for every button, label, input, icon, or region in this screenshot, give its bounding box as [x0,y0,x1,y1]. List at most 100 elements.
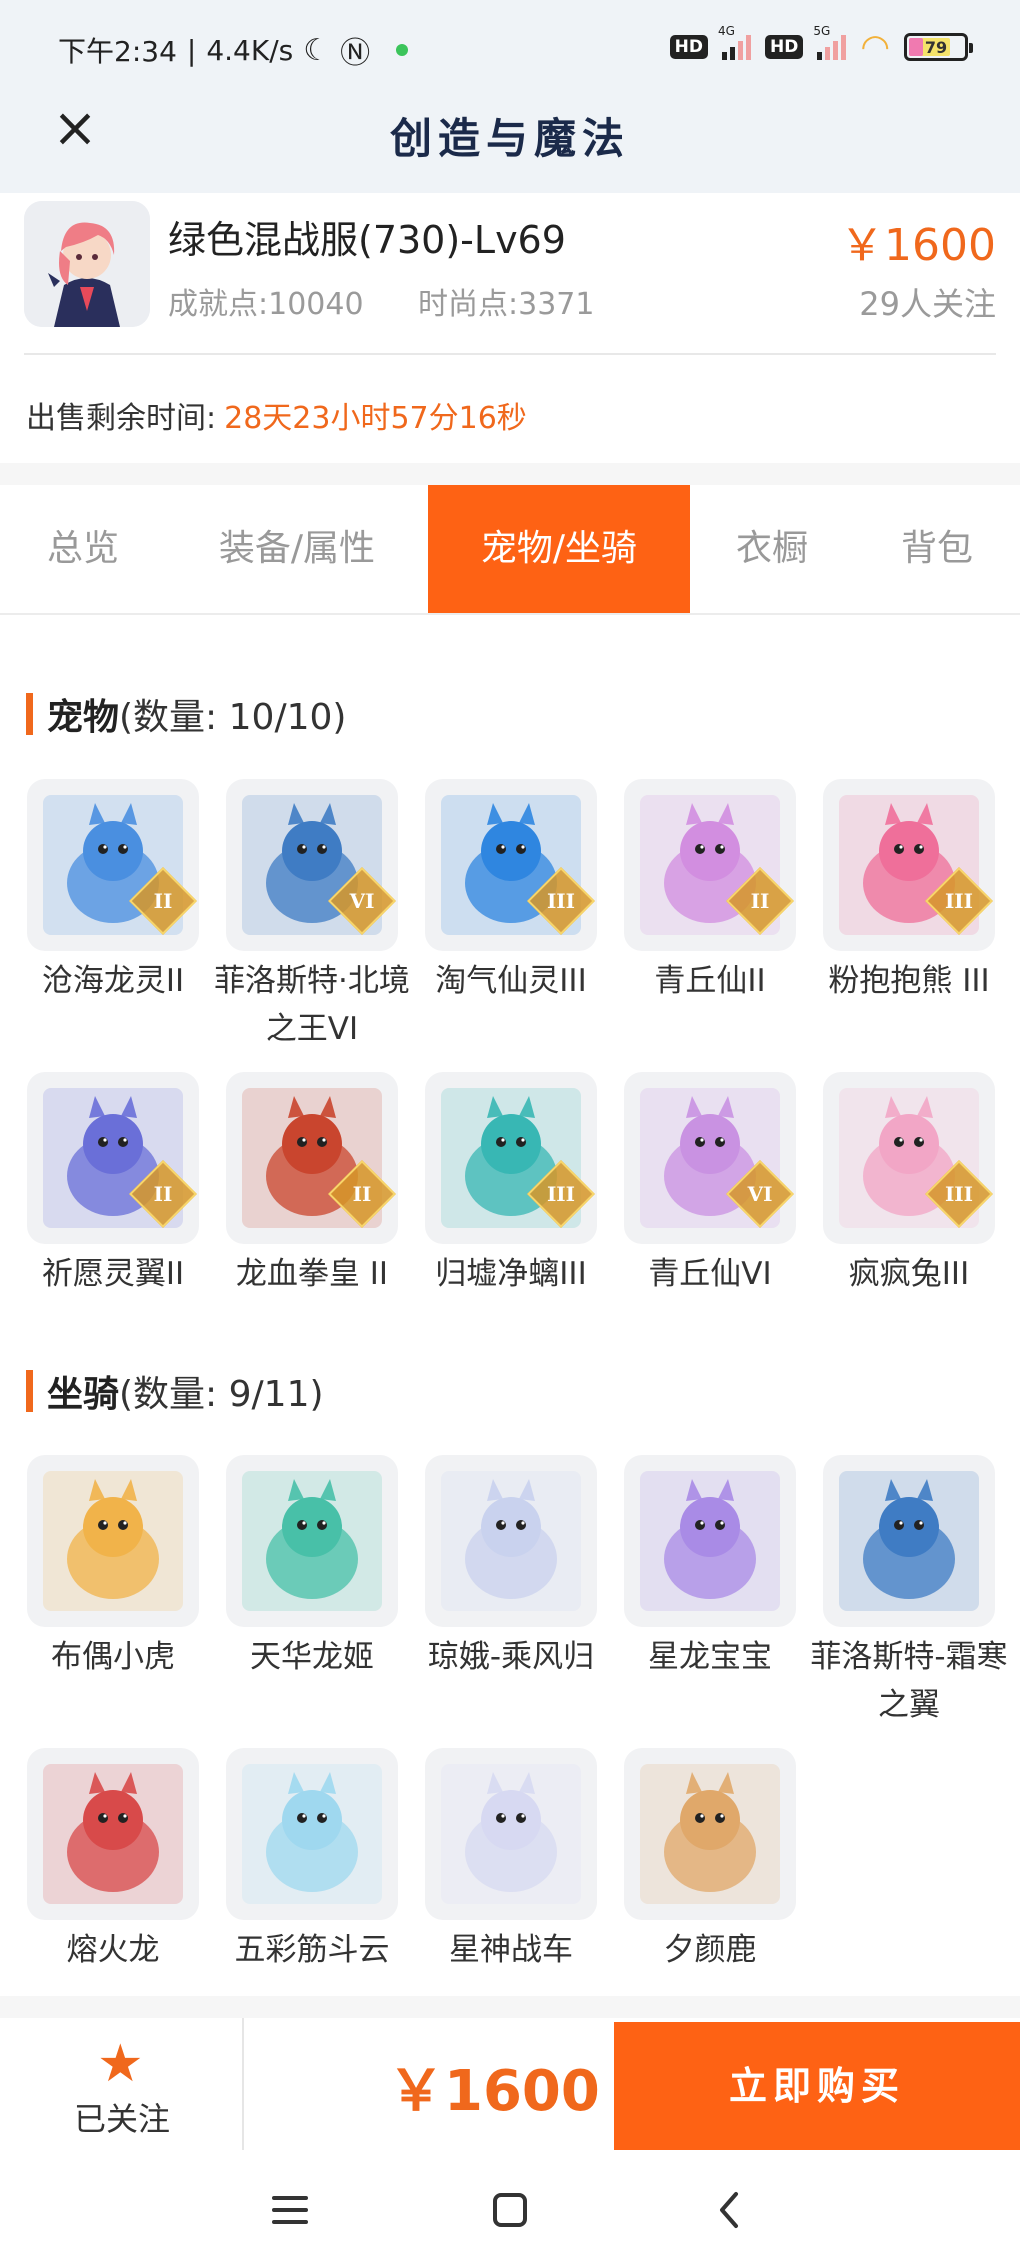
mounts-name: 星龙宝宝 [648,1639,772,1675]
mounts-tile[interactable] [27,1748,199,1920]
status-time: 下午2:34 [58,35,177,68]
pets-tile[interactable]: III [425,1072,597,1244]
mounts-name: 布偶小虎 [51,1639,175,1675]
frost-wing-icon [839,1471,979,1611]
mounts-name: 五彩筋斗云 [234,1932,390,1968]
system-nav-bar [0,2150,1020,2267]
pets-name: 青丘仙II [654,963,766,999]
home-icon[interactable] [480,2180,540,2240]
battery-icon: 79 [904,33,973,61]
menu-icon[interactable] [260,2180,320,2240]
mounts-name: 菲洛斯特-霜寒之翼 [810,1639,1008,1723]
star-chariot-icon [441,1764,581,1904]
bottom-price: ￥1600 [388,2059,600,2124]
pets-name: 龙血拳皇 II [235,1256,389,1292]
pets-count: (数量: 10/10) [119,697,347,738]
close-button[interactable]: × [50,101,100,155]
pets-tile[interactable]: VI [226,779,398,951]
pets-name: 菲洛斯特·北境之王VI [214,963,410,1047]
pets-tile[interactable]: II [226,1072,398,1244]
network-speed: 4.4K/s [206,33,294,67]
mounts-section-title: 坐骑 (数量: 9/11) [26,1365,324,1417]
product-price: ￥1600 [840,220,996,271]
mounts-tile[interactable] [425,1455,597,1627]
mounts-name: 天华龙姬 [250,1639,374,1675]
mounts-title: 坐骑 [47,1374,120,1415]
pets-title: 宠物 [47,697,120,738]
follow-label: 已关注 [73,2100,170,2138]
remaining-time: 出售剩余时间: 28天23小时57分16秒 [26,393,527,437]
tab-overview[interactable]: 总览 [0,485,166,613]
mounts-name: 星神战车 [449,1932,573,1968]
mounts-tile[interactable] [226,1748,398,1920]
wifi-icon: ◠ [860,27,890,67]
moon-maiden-icon [441,1471,581,1611]
app-header: 下午2:34 | 4.4K/s ☾ Ⓝ HD 4G HD 5G ◠ 79 × 创… [0,0,1020,193]
remaining-time-label: 出售剩余时间: [26,401,217,436]
pets-name: 粉抱抱熊 III [828,963,990,999]
mounts-tile[interactable] [226,1455,398,1627]
tab-wardrobe[interactable]: 衣橱 [690,485,854,613]
mounts-tile[interactable] [823,1455,995,1627]
section-accent-bar [26,1370,33,1412]
pets-tile[interactable]: III [425,779,597,951]
signal-5g-icon: 5G [813,24,847,60]
mounts-tile[interactable] [27,1455,199,1627]
pets-name: 归墟净螭III [435,1256,587,1292]
nfc-icon: Ⓝ [340,36,371,71]
follow-button[interactable]: ★ 已关注 [0,2018,244,2150]
status-left: 下午2:34 | 4.4K/s ☾ Ⓝ [58,28,409,72]
dragon-princess-icon [242,1471,382,1611]
pets-name: 青丘仙VI [648,1256,772,1292]
achievement-points: 成就点:10040 [168,287,364,322]
section-gap [0,463,1020,485]
status-separator: | [186,33,197,67]
mounts-tile[interactable] [624,1455,796,1627]
mounts-name: 琼娥-乘风归 [427,1639,595,1675]
mounts-name: 夕颜鹿 [663,1932,757,1968]
pets-name: 疯疯兔III [848,1256,970,1292]
signal-4g-icon: 4G [718,24,751,60]
buy-now-button[interactable]: 立即购买 [614,2022,1020,2150]
pets-name: 淘气仙灵III [435,963,587,999]
hd-icon: HD [669,35,708,59]
section-accent-bar [26,693,33,735]
green-dot-icon [396,44,409,56]
pets-tile[interactable]: III [823,1072,995,1244]
lava-dragon-icon [43,1764,183,1904]
status-right: HD 4G HD 5G ◠ 79 [669,24,973,67]
mounts-name: 熔火龙 [66,1932,160,1968]
mounts-tile[interactable] [624,1748,796,1920]
section-gap [0,1996,1020,2018]
sunset-deer-icon [640,1764,780,1904]
pets-section-title: 宠物 (数量: 10/10) [26,688,346,740]
star-dragon-icon [640,1471,780,1611]
pets-name: 祈愿灵翼II [41,1256,185,1292]
tab-pets-mounts[interactable]: 宠物/坐骑 [428,485,690,613]
product-name: 绿色混战服(730)-Lv69 [168,218,566,262]
somersault-cloud-icon [242,1764,382,1904]
tab-bar: 总览 装备/属性 宠物/坐骑 衣橱 背包 [0,485,1020,615]
app-title-logo: 创造与魔法 [389,114,630,163]
star-icon: ★ [97,2034,144,2094]
pets-tile[interactable]: II [27,1072,199,1244]
pets-tile[interactable]: III [823,779,995,951]
status-bar: 下午2:34 | 4.4K/s ☾ Ⓝ HD 4G HD 5G ◠ 79 [0,0,1020,95]
remaining-time-value: 28天23小时57分16秒 [224,401,527,436]
pets-tile[interactable]: II [624,779,796,951]
product-card: 绿色混战服(730)-Lv69 成就点:10040 时尚点:3371 ￥1600… [0,193,1020,463]
fashion-points: 时尚点:3371 [418,287,595,322]
character-avatar [24,201,150,327]
doll-tiger-icon [43,1471,183,1611]
moon-icon: ☾ [303,32,331,68]
mounts-tile[interactable] [425,1748,597,1920]
tab-equipment-attributes[interactable]: 装备/属性 [166,485,428,613]
tab-backpack[interactable]: 背包 [854,485,1020,613]
hd-icon-2: HD [764,35,804,59]
pets-tile[interactable]: VI [624,1072,796,1244]
divider [24,353,996,355]
back-icon[interactable] [700,2180,760,2240]
pets-name: 沧海龙灵II [41,963,185,999]
pets-tile[interactable]: II [27,779,199,951]
follower-count: 29人关注 [859,285,996,323]
